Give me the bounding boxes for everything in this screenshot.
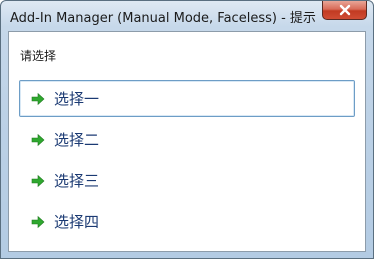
green-arrow-icon	[30, 132, 46, 148]
dialog-content: 请选择 选择一 选择二 选择三 选择四	[8, 31, 366, 252]
prompt-label: 请选择	[20, 49, 57, 63]
option-1-button[interactable]: 选择一	[19, 80, 355, 117]
option-2-button[interactable]: 选择二	[19, 121, 355, 158]
option-4-label: 选择四	[54, 213, 100, 231]
option-4-button[interactable]: 选择四	[19, 203, 355, 240]
option-3-label: 选择三	[54, 172, 100, 190]
dialog-window: Add-In Manager (Manual Mode, Faceless) -…	[0, 0, 374, 259]
option-3-button[interactable]: 选择三	[19, 162, 355, 199]
green-arrow-icon	[30, 173, 46, 189]
option-2-label: 选择二	[54, 131, 100, 149]
title-bar[interactable]: Add-In Manager (Manual Mode, Faceless) -…	[1, 1, 373, 31]
green-arrow-icon	[30, 214, 46, 230]
option-1-label: 选择一	[54, 90, 100, 108]
window-title: Add-In Manager (Manual Mode, Faceless) -…	[10, 11, 316, 26]
close-button[interactable]	[322, 1, 367, 20]
close-icon	[339, 4, 350, 16]
green-arrow-icon	[30, 91, 46, 107]
